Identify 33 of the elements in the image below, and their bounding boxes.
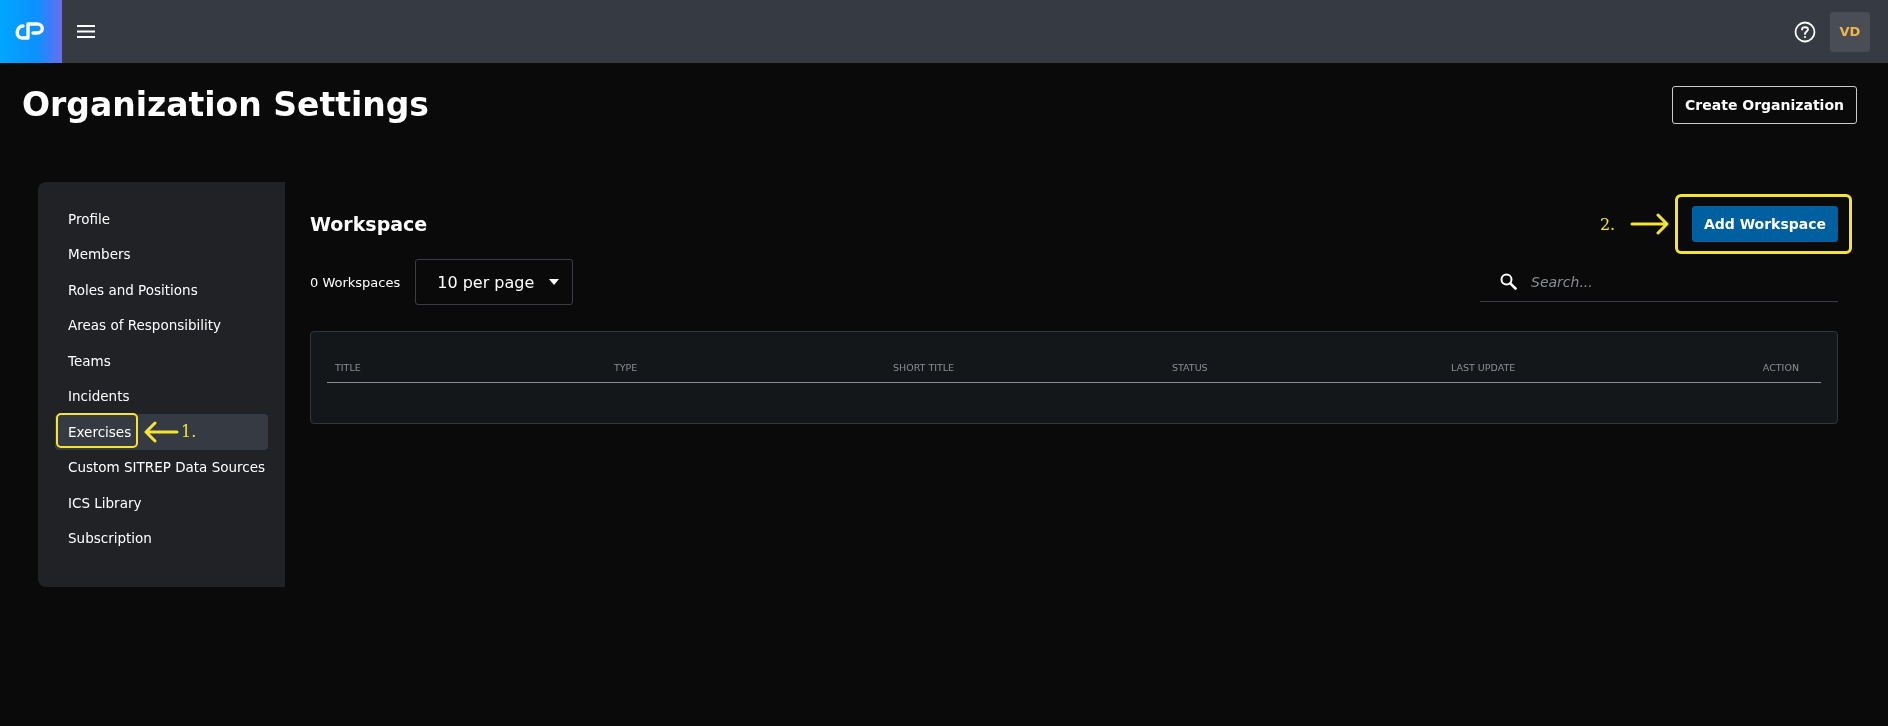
arrow-icon: [1629, 212, 1670, 235]
callout-label: 1.: [181, 422, 197, 441]
sidebar-item[interactable]: Incidents: [55, 378, 268, 414]
column-header: SHORT TITLE: [892, 362, 956, 373]
add-workspace-button[interactable]: Add Workspace: [1691, 205, 1838, 242]
sidebar-item[interactable]: Custom SITREP Data Sources: [55, 449, 268, 485]
page-title: Organization Settings: [22, 85, 430, 124]
column-header: TITLE: [334, 362, 362, 373]
create-organization-button[interactable]: Create Organization: [1672, 85, 1857, 124]
help-icon[interactable]: [1794, 20, 1816, 43]
menu-icon[interactable]: [77, 25, 95, 38]
workspace-count: 0 Workspaces: [310, 274, 401, 290]
sidebar-item[interactable]: Subscription: [55, 520, 268, 556]
column-header: ACTION: [1761, 362, 1800, 373]
per-page-dropdown[interactable]: 10 per page: [415, 259, 574, 305]
caret-icon: [549, 279, 560, 285]
user-avatar[interactable]: VD: [1830, 11, 1870, 52]
sidebar-item[interactable]: Roles and Positions: [55, 272, 268, 308]
column-header: LAST UPDATE: [1450, 362, 1517, 373]
sidebar-item[interactable]: Members: [55, 236, 268, 272]
search-field[interactable]: Search...: [1529, 272, 1823, 291]
sidebar-item[interactable]: Profile: [55, 201, 268, 237]
arrow-icon: [143, 421, 179, 443]
column-header: STATUS: [1171, 362, 1209, 373]
search-icon: [1500, 273, 1517, 290]
column-header: TYPE: [613, 362, 639, 373]
sidebar-item[interactable]: Exercises 1.: [55, 414, 268, 450]
sidebar-item[interactable]: Areas of Responsibility: [55, 307, 268, 343]
sidebar-item[interactable]: ICS Library: [55, 485, 268, 521]
logo-icon[interactable]: [0, 0, 62, 63]
sidebar-item[interactable]: Teams: [55, 343, 268, 379]
callout-label: 2.: [1599, 214, 1616, 234]
section-title: Workspace: [310, 212, 428, 235]
